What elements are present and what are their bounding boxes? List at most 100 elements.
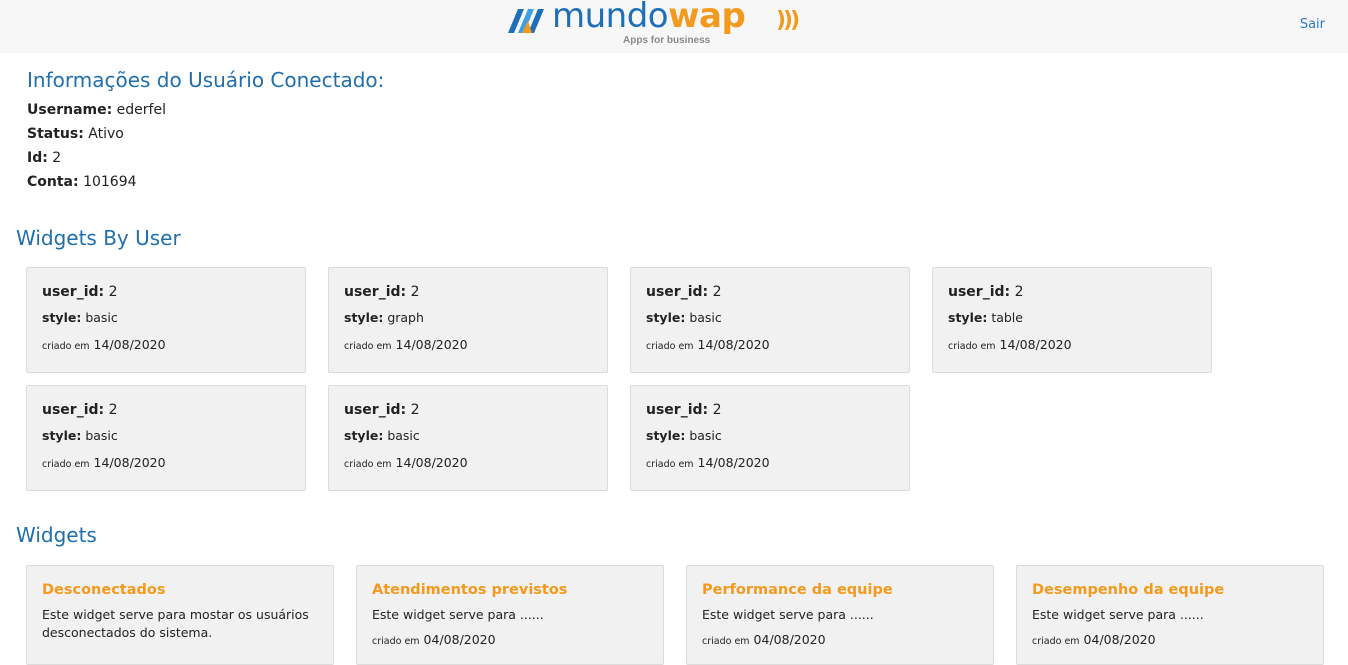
status-row: Status: Ativo: [27, 122, 384, 146]
widget-description: Este widget serve para mostar os usuário…: [42, 607, 309, 640]
top-navbar: mundowap ))) Apps for business Sair: [0, 0, 1348, 53]
user-id-value: 2: [712, 402, 722, 418]
created-date: 14/08/2020: [999, 337, 1072, 352]
user-id-label: user_id:: [42, 284, 105, 300]
user-id-value: 2: [108, 402, 118, 418]
status-label: Status:: [27, 126, 84, 142]
style-value: basic: [689, 310, 722, 325]
user-info-title: Informações do Usuário Conectado:: [27, 68, 385, 92]
user-widget-card[interactable]: user_id: 2 style: graph criado em 14/08/…: [328, 267, 608, 373]
created-line: criado em 14/08/2020: [42, 337, 290, 352]
logo-wap-text: wap: [668, 0, 746, 36]
user-id-label: user_id:: [646, 284, 709, 300]
user-id-line: user_id: 2: [646, 284, 894, 300]
created-line: criado em 14/08/2020: [344, 455, 592, 470]
widget-card[interactable]: Desempenho da equipe Este widget serve p…: [1016, 565, 1324, 665]
created-line: criado em 14/08/2020: [42, 455, 290, 470]
user-id-line: user_id: 2: [42, 284, 290, 300]
user-widget-card[interactable]: user_id: 2 style: basic criado em 14/08/…: [26, 385, 306, 491]
created-date: 14/08/2020: [697, 337, 770, 352]
style-label: style:: [344, 310, 384, 325]
id-label: Id:: [27, 150, 48, 166]
created-line: criado em 04/08/2020: [372, 632, 648, 647]
style-label: style:: [646, 428, 686, 443]
user-widget-card[interactable]: user_id: 2 style: basic criado em 14/08/…: [26, 267, 306, 373]
user-widget-card[interactable]: user_id: 2 style: basic criado em 14/08/…: [630, 267, 910, 373]
created-label: criado em: [948, 341, 996, 352]
signal-waves-icon: ))): [776, 8, 800, 33]
style-value: basic: [85, 428, 118, 443]
widgets-by-user-title: Widgets By User: [16, 226, 181, 250]
widget-card[interactable]: Desconectados Este widget serve para mos…: [26, 565, 334, 665]
logo-mark-icon: [508, 9, 544, 33]
style-value: basic: [387, 428, 420, 443]
user-id-line: user_id: 2: [646, 402, 894, 418]
connected-user-info: Informações do Usuário Conectado: Userna…: [27, 68, 384, 194]
user-id-label: user_id:: [948, 284, 1011, 300]
created-label: criado em: [344, 459, 392, 470]
username-row: Username: ederfel: [27, 98, 384, 122]
created-label: criado em: [42, 341, 90, 352]
user-id-value: 2: [410, 402, 420, 418]
widget-name: Desconectados: [42, 582, 166, 598]
created-line: criado em 14/08/2020: [344, 337, 592, 352]
style-line: style: basic: [646, 428, 894, 443]
logo-tagline: Apps for business: [623, 35, 711, 46]
logo-wordmark: mundowap: [552, 0, 746, 36]
style-label: style:: [42, 428, 82, 443]
created-label: criado em: [702, 636, 750, 647]
created-label: criado em: [646, 341, 694, 352]
widgets-title: Widgets: [16, 523, 97, 547]
created-label: criado em: [646, 459, 694, 470]
user-id-value: 2: [712, 284, 722, 300]
style-value: basic: [689, 428, 722, 443]
user-id-line: user_id: 2: [344, 284, 592, 300]
widget-description: Este widget serve para ......: [372, 607, 544, 622]
user-id-label: user_id:: [344, 402, 407, 418]
widget-description: Este widget serve para ......: [1032, 607, 1204, 622]
created-label: criado em: [344, 341, 392, 352]
style-value: graph: [387, 310, 424, 325]
widget-name: Desempenho da equipe: [1032, 582, 1225, 598]
style-line: style: basic: [344, 428, 592, 443]
username-label: Username:: [27, 102, 113, 118]
created-line: criado em 04/08/2020: [702, 632, 978, 647]
created-line: criado em 04/08/2020: [1032, 632, 1308, 647]
widget-card[interactable]: Performance da equipe Este widget serve …: [686, 565, 994, 665]
created-label: criado em: [42, 459, 90, 470]
style-line: style: graph: [344, 310, 592, 325]
created-line: criado em 14/08/2020: [646, 455, 894, 470]
style-line: style: basic: [646, 310, 894, 325]
widget-description: Este widget serve para ......: [702, 607, 874, 622]
conta-value: 101694: [83, 174, 137, 190]
user-widget-card[interactable]: user_id: 2 style: table criado em 14/08/…: [932, 267, 1212, 373]
created-line: criado em 14/08/2020: [646, 337, 894, 352]
style-value: basic: [85, 310, 118, 325]
user-widget-card[interactable]: user_id: 2 style: basic criado em 14/08/…: [328, 385, 608, 491]
style-value: table: [991, 310, 1023, 325]
id-row: Id: 2: [27, 146, 384, 170]
widget-card[interactable]: Atendimentos previstos Este widget serve…: [356, 565, 664, 665]
mundowap-logo[interactable]: mundowap ))) Apps for business: [508, 0, 800, 48]
user-id-label: user_id:: [646, 402, 709, 418]
created-date: 04/08/2020: [423, 632, 496, 647]
user-widget-card[interactable]: user_id: 2 style: basic criado em 14/08/…: [630, 385, 910, 491]
conta-row: Conta: 101694: [27, 170, 384, 194]
style-line: style: table: [948, 310, 1196, 325]
created-date: 14/08/2020: [93, 455, 166, 470]
status-value: Ativo: [88, 126, 124, 142]
created-line: criado em 14/08/2020: [948, 337, 1196, 352]
style-label: style:: [344, 428, 384, 443]
widget-name: Atendimentos previstos: [372, 582, 568, 598]
created-date: 14/08/2020: [395, 455, 468, 470]
style-line: style: basic: [42, 428, 290, 443]
logo-mundo-text: mundo: [552, 0, 669, 36]
created-date: 14/08/2020: [697, 455, 770, 470]
created-date: 04/08/2020: [753, 632, 826, 647]
widget-name: Performance da equipe: [702, 582, 893, 598]
user-id-value: 2: [108, 284, 118, 300]
created-date: 14/08/2020: [93, 337, 166, 352]
user-id-label: user_id:: [344, 284, 407, 300]
created-label: criado em: [372, 636, 420, 647]
logout-link[interactable]: Sair: [1300, 17, 1325, 32]
